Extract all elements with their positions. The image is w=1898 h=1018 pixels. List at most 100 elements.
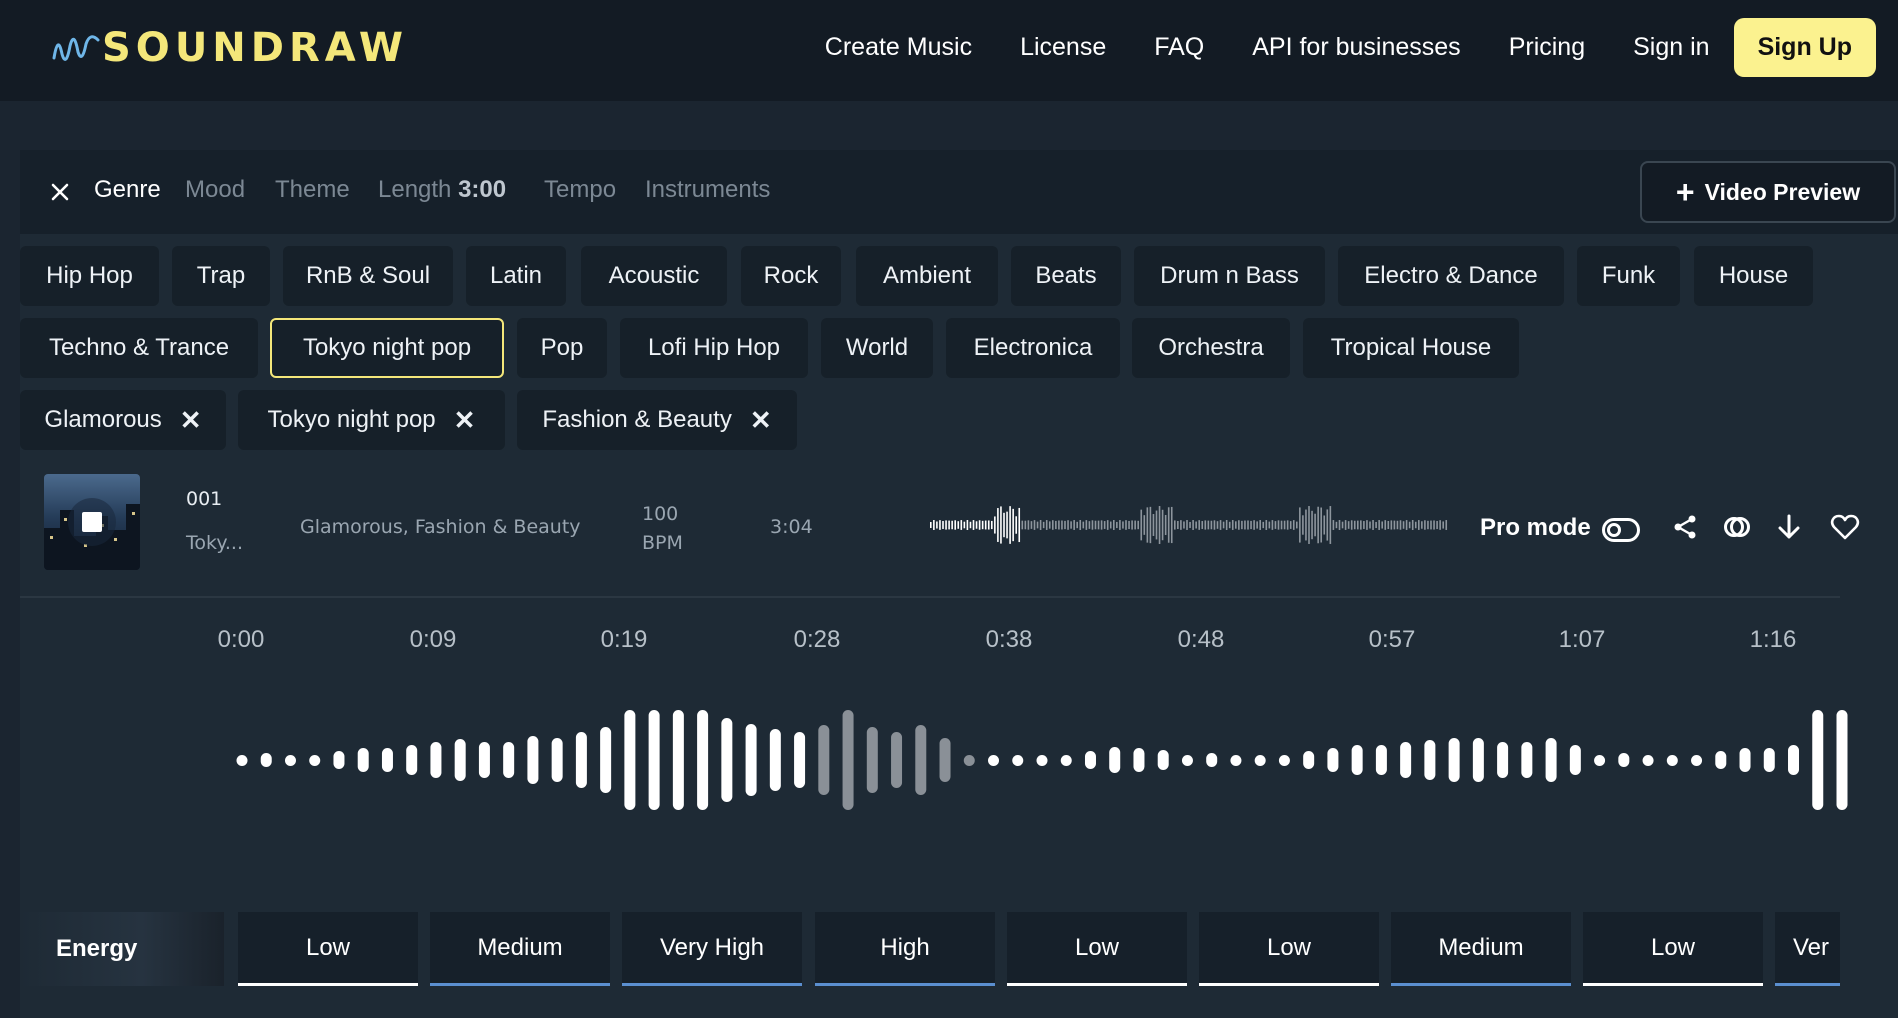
mini-waveform-bar [1052,520,1054,530]
video-preview-button[interactable]: + Video Preview [1640,161,1896,223]
mini-waveform-bar [1131,520,1133,530]
track-row[interactable]: 001 Toky... Glamorous, Fashion & Beauty … [20,462,1860,598]
track-thumbnail[interactable] [44,474,140,570]
remove-filter-icon[interactable]: ✕ [180,405,202,436]
mini-waveform-bar [969,521,972,529]
mini-waveform-bar [1235,521,1237,529]
tab-mood[interactable]: Mood [185,176,245,204]
mini-waveform-bar [1247,520,1249,530]
mini-waveform-bar [1134,520,1136,530]
waveform-bar [284,755,296,766]
mini-waveform-bar [1299,507,1301,543]
genre-chip-electro-dance[interactable]: Electro & Dance [1338,246,1564,306]
genre-chip-beats[interactable]: Beats [1011,246,1121,306]
energy-block[interactable]: Medium [1391,912,1571,986]
genre-chip-rnb-soul[interactable]: RnB & Soul [283,246,453,306]
pro-mode-toggle[interactable] [1602,518,1640,542]
brand-logo[interactable]: SOUNDRAW [52,24,408,72]
genre-chip-hip-hop[interactable]: Hip Hop [20,246,159,306]
sign-up-button[interactable]: Sign Up [1733,18,1876,77]
mini-waveform-bar [1378,520,1380,530]
nav-sign-in[interactable]: Sign in [1633,33,1709,62]
waveform-bar [1545,738,1557,782]
remove-filter-icon[interactable]: ✕ [750,405,772,436]
nav-faq[interactable]: FAQ [1154,33,1204,62]
genre-chip-acoustic[interactable]: Acoustic [581,246,727,306]
waveform-bar [1375,745,1387,775]
genre-chip-house[interactable]: House [1694,246,1813,306]
tab-instruments[interactable]: Instruments [645,176,770,204]
similar-tracks-icon[interactable] [1722,512,1752,542]
genre-chip-orchestra[interactable]: Orchestra [1132,318,1290,378]
share-icon[interactable] [1670,512,1700,542]
waveform-bar [1351,745,1363,775]
active-filter-chip[interactable]: Fashion & Beauty ✕ [517,390,797,450]
nav-license[interactable]: License [1020,33,1106,62]
stop-button[interactable] [68,498,116,546]
mini-waveform-bar [1085,520,1088,530]
energy-block[interactable]: Medium [430,912,610,986]
waveform-bar [1788,745,1800,775]
energy-block[interactable]: Low [238,912,418,986]
mini-waveform-bar [984,520,987,530]
energy-block[interactable]: Very High [622,912,802,986]
genre-chip-pop[interactable]: Pop [517,318,607,378]
waveform-bar [1036,755,1048,766]
active-filter-chip[interactable]: Tokyo night pop ✕ [238,390,505,450]
mini-waveform-bar [1070,521,1072,529]
mini-waveform-bar [1055,520,1057,530]
waveform-bar [1497,742,1509,778]
mini-waveform-bar [1106,520,1109,530]
genre-chip-electronica[interactable]: Electronica [946,318,1120,378]
genre-chip-rock[interactable]: Rock [741,246,841,306]
genre-chip-drum-n-bass[interactable]: Drum n Bass [1134,246,1325,306]
remove-filter-icon[interactable]: ✕ [454,405,476,436]
energy-block[interactable]: High [815,912,995,986]
tab-theme[interactable]: Theme [275,176,350,204]
mini-waveform-bar [1039,520,1042,530]
mini-waveform-bar [1189,521,1191,529]
energy-block[interactable]: Low [1199,912,1379,986]
video-preview-label: Video Preview [1704,178,1861,205]
energy-block[interactable]: Low [1583,912,1763,986]
track-mini-waveform[interactable] [928,500,1448,550]
genre-chip-techno-trance[interactable]: Techno & Trance [20,318,258,378]
tab-tempo[interactable]: Tempo [544,176,616,204]
mini-waveform-bar [1018,507,1021,543]
active-filter-chip[interactable]: Glamorous ✕ [20,390,226,450]
genre-chip-funk[interactable]: Funk [1577,246,1680,306]
mini-waveform-bar [1073,520,1075,530]
close-icon[interactable] [46,178,74,206]
waveform-bar [381,748,393,772]
waveform-bar [866,727,878,793]
mini-waveform-bar [1058,520,1060,530]
genre-chip-latin[interactable]: Latin [466,246,566,306]
nav-api[interactable]: API for businesses [1252,33,1460,62]
genre-chip-tokyo-night-pop[interactable]: Tokyo night pop [270,318,504,378]
genre-chip-tropical-house[interactable]: Tropical House [1303,318,1519,378]
tab-length[interactable]: Length 3:00 [378,176,506,204]
genre-chip-lofi-hip-hop[interactable]: Lofi Hip Hop [620,318,808,378]
track-waveform[interactable] [230,690,1850,830]
nav-create-music[interactable]: Create Music [825,33,972,62]
heart-icon[interactable] [1830,512,1860,542]
waveform-bar [1012,755,1024,766]
mini-waveform-bar [1408,521,1411,529]
active-filter-label: Fashion & Beauty [542,406,732,433]
waveform-bar [672,710,684,810]
mini-waveform-bar [1357,520,1359,530]
download-icon[interactable] [1774,512,1804,542]
mini-waveform-bar [1250,520,1252,530]
energy-block[interactable]: Low [1007,912,1187,986]
genre-chip-ambient[interactable]: Ambient [856,246,998,306]
mini-waveform-bar [939,520,941,530]
nav-pricing[interactable]: Pricing [1509,33,1585,62]
tab-genre[interactable]: Genre [94,176,161,204]
genre-chip-world[interactable]: World [821,318,933,378]
mini-waveform-bar [1204,520,1207,530]
mini-waveform-bar [1308,506,1310,544]
mini-waveform-bar [981,520,984,530]
energy-block[interactable]: Ver [1775,912,1840,986]
genre-chip-trap[interactable]: Trap [172,246,270,306]
mini-waveform-bar [1201,521,1204,529]
